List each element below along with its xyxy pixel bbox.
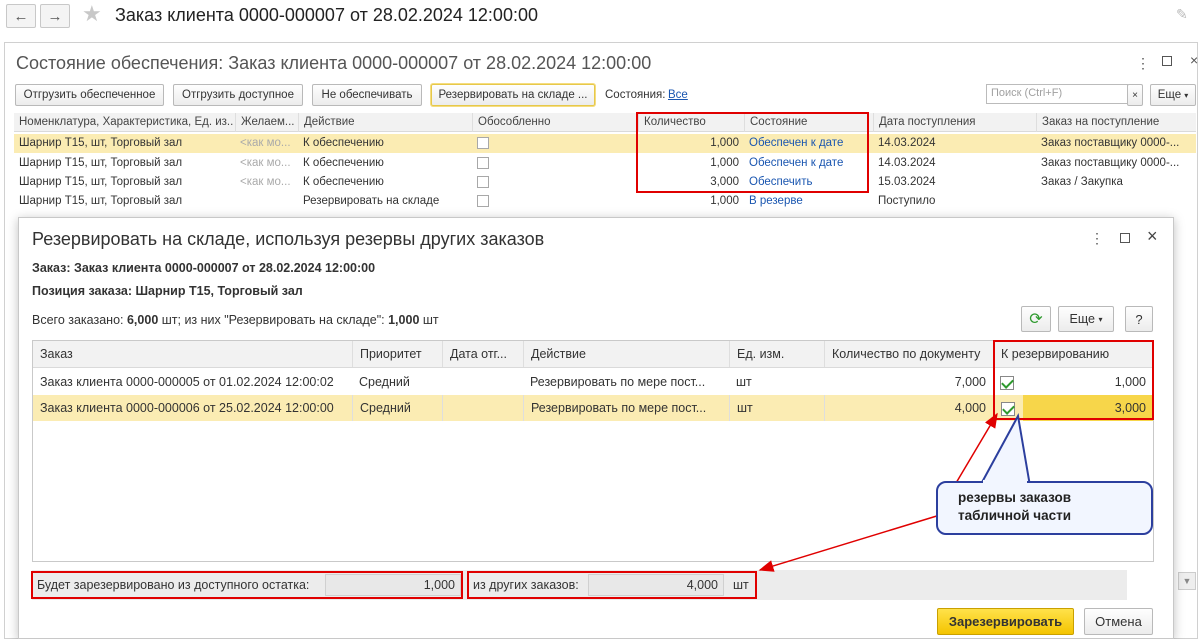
callout-tail-joint <box>983 480 1027 484</box>
annotation-callout: резервы заказов табличной части <box>936 481 1153 535</box>
callout-tail <box>978 412 1032 487</box>
callout-line-2: табличной части <box>958 508 1072 523</box>
arrow-to-other-orders <box>758 514 941 572</box>
callout-line-1: резервы заказов <box>958 490 1072 505</box>
annotation-overlay <box>758 412 1032 572</box>
